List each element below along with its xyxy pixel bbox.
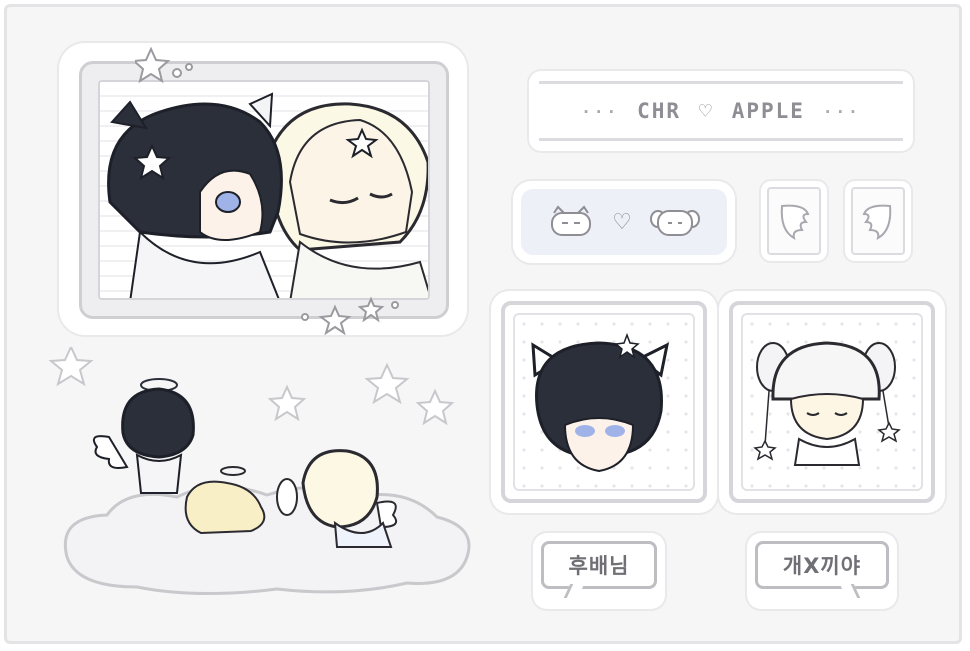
wing-icon xyxy=(862,204,892,241)
name-right: APPLE xyxy=(731,99,805,123)
beanie-chibi xyxy=(753,341,901,466)
title-banner: ··· CHR ♡ APPLE ··· xyxy=(539,81,903,141)
photo-frame-sticker[interactable] xyxy=(59,43,467,335)
panel-frame xyxy=(501,301,707,503)
dark-character-panel-sticker[interactable] xyxy=(491,291,717,513)
halo-icon xyxy=(220,466,246,476)
sticker-sheet: ··· CHR ♡ APPLE ··· ♡ 후배님 개X끼야 xyxy=(4,4,962,644)
star-icon xyxy=(135,47,193,83)
cat-face-icon xyxy=(551,205,592,236)
wing-box xyxy=(767,187,821,255)
bubble-sticker-right[interactable]: 개X끼야 xyxy=(747,533,897,609)
light-character-portrait xyxy=(741,313,923,491)
wing-sticker-right[interactable] xyxy=(845,181,911,261)
left-dots: ··· xyxy=(581,101,620,121)
wing-box xyxy=(851,187,905,255)
wing-sticker-left[interactable] xyxy=(761,181,827,261)
star-icon xyxy=(301,296,399,335)
puppy-face-icon xyxy=(649,210,700,236)
photo-illustration xyxy=(98,80,430,300)
angel-cloud-art xyxy=(48,347,471,596)
name-left: CHR xyxy=(637,99,682,123)
faces-pill-sticker[interactable]: ♡ xyxy=(513,181,735,263)
wing-icon xyxy=(780,204,810,241)
heart-icon: ♡ xyxy=(699,99,714,123)
two-characters-art xyxy=(107,92,428,298)
cloud-icon xyxy=(64,485,471,596)
bubble-sticker-left[interactable]: 후배님 xyxy=(533,533,665,609)
panel-frame xyxy=(729,301,935,503)
title-banner-sticker[interactable]: ··· CHR ♡ APPLE ··· xyxy=(529,71,913,151)
star-icon xyxy=(48,347,455,426)
heart-icon: ♡ xyxy=(612,209,632,235)
light-character-panel-sticker[interactable] xyxy=(719,291,945,513)
photo-frame xyxy=(79,61,449,319)
dark-character-portrait xyxy=(513,313,695,491)
speech-bubble-left: 후배님 xyxy=(541,541,657,589)
faces-pill: ♡ xyxy=(521,189,727,255)
dark-haired-chibi xyxy=(531,332,670,473)
angel-cloud-scene-sticker[interactable] xyxy=(47,347,487,627)
speech-bubble-right: 개X끼야 xyxy=(755,541,889,589)
right-dots: ··· xyxy=(822,101,861,121)
halo-icon xyxy=(276,478,298,516)
